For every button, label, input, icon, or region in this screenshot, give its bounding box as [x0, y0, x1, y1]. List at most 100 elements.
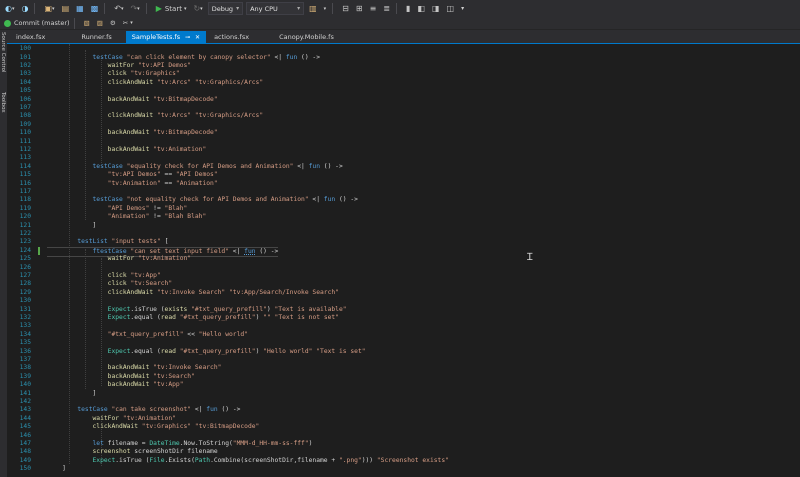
code-line[interactable]: 132 Expect.equal (read "#txt_query_prefi…	[7, 314, 800, 322]
commit-button[interactable]: Commit (master)	[14, 19, 70, 27]
navigate-back-icon[interactable]: ◐ ▾	[3, 2, 17, 15]
clear-bookmarks-icon[interactable]: ◫	[445, 2, 457, 15]
code-line[interactable]: 149 Expect.isTrue (File.Exists(Path.Comb…	[7, 457, 800, 465]
code-line[interactable]: 139 backAndWait "tv:Search"	[7, 373, 800, 381]
side-tab-source-control[interactable]: Source Control	[0, 32, 6, 73]
code-line[interactable]: 112 backAndWait "tv:Animation"	[7, 146, 800, 154]
toolbar-divider	[395, 3, 397, 14]
code-line[interactable]: 106 backAndWait "tv:BitmapDecode"	[7, 96, 800, 104]
pin-icon[interactable]: ⊸	[185, 34, 190, 41]
code-line[interactable]: 133	[7, 322, 800, 330]
code-line[interactable]: 105	[7, 87, 800, 95]
tab-actions-fsx[interactable]: actions.fsx	[208, 31, 255, 43]
code-text: clickAndWait "tv:Arcs" "tv:Graphics/Arcs…	[107, 112, 264, 120]
configuration-select[interactable]: Debug ▾	[207, 2, 244, 15]
start-button[interactable]: ▶ Start ▾	[154, 2, 189, 15]
build-icon[interactable]: ▥	[307, 2, 319, 15]
tools-icon[interactable]: ✂	[121, 17, 130, 30]
code-line[interactable]: 141 ]	[7, 390, 800, 398]
refactor-icon[interactable]: ⚙	[108, 17, 118, 30]
save-icon[interactable]: ▦	[74, 2, 86, 15]
code-line[interactable]: 103 click "tv:Graphics"	[7, 70, 800, 78]
code-line[interactable]: 140 backAndWait "tv:App"	[7, 381, 800, 389]
tab-sampletests-fs[interactable]: SampleTests.fs ⊸ ✕	[125, 31, 207, 43]
code-line[interactable]: 129 clickAndWait "tv:Invoke Search" "tv:…	[7, 289, 800, 297]
more-commands-icon[interactable]: ▾	[459, 2, 466, 15]
tab-canopy-mobile-fs[interactable]: Canopy.Mobile.fs	[273, 31, 340, 43]
code-line[interactable]: 104 clickAndWait "tv:Arcs" "tv:Graphics/…	[7, 79, 800, 87]
bookmark-icon[interactable]: ▮	[404, 2, 412, 15]
code-line[interactable]: 123 testList "input tests" [	[7, 238, 800, 246]
line-number: 125	[19, 255, 31, 263]
code-line[interactable]: 144 waitFor "tv:Animation"	[7, 415, 800, 423]
code-line[interactable]: 102 waitFor "tv:API Demos"	[7, 62, 800, 70]
code-line[interactable]: 124 ftestCase "can set text input field"…	[7, 246, 800, 258]
toolbar-overflow-icon[interactable]: ▾	[322, 2, 329, 15]
browse-icon[interactable]: ▨	[95, 17, 105, 30]
code-line[interactable]: 127 click "tv:App"	[7, 272, 800, 280]
code-line[interactable]: 100	[7, 45, 800, 53]
undo-icon[interactable]: ↶ ▾	[112, 2, 125, 15]
code-line[interactable]: 145 clickAndWait "tv:Graphics" "tv:Bitma…	[7, 423, 800, 431]
redo-icon[interactable]: ↷ ▾	[128, 2, 141, 15]
code-line[interactable]: 107	[7, 104, 800, 112]
code-line[interactable]: 134 "#txt_query_prefill" << "Hello world…	[7, 331, 800, 339]
code-line[interactable]: 115 "tv:API Demos" == "API Demos"	[7, 171, 800, 179]
code-line[interactable]: 142	[7, 398, 800, 406]
code-line[interactable]: 117	[7, 188, 800, 196]
code-line[interactable]: 128 click "tv:Search"	[7, 280, 800, 288]
code-text: Expect.equal (read "#txt_query_prefill")…	[107, 314, 339, 321]
code-line[interactable]: 109	[7, 121, 800, 129]
code-line[interactable]: 111	[7, 138, 800, 146]
previous-bookmark-icon[interactable]: ◧	[415, 2, 427, 15]
code-line[interactable]: 122	[7, 230, 800, 238]
code-line[interactable]: 116 "tv:Animation" == "Animation"	[7, 180, 800, 188]
code-line[interactable]: 137	[7, 356, 800, 364]
line-number: 133	[19, 322, 31, 330]
code-line[interactable]: 147 let filename = DateTime.Now.ToString…	[7, 440, 800, 448]
class-view-icon[interactable]: ▧	[82, 17, 92, 30]
code-line[interactable]: 119 "API Demos" != "Blah"	[7, 205, 800, 213]
code-editor[interactable]: 100 101 testCase "can click element by ca…	[7, 44, 800, 477]
code-line[interactable]: 148 screenshot screenShotDir filename	[7, 448, 800, 456]
indent-icon[interactable]: ≡	[368, 2, 379, 15]
code-line[interactable]: 146	[7, 432, 800, 440]
code-line[interactable]: 120 "Animation" != "Blah Blah"	[7, 213, 800, 221]
tab-runner-fs[interactable]: Runner.fs	[75, 31, 117, 43]
code-line[interactable]: 143 testCase "can take screenshot" <| fu…	[7, 406, 800, 414]
platform-select[interactable]: Any CPU ▾	[246, 2, 305, 15]
code-text: testCase "not equality check for API Dem…	[92, 196, 358, 204]
code-line[interactable]: 110 backAndWait "tv:BitmapDecode"	[7, 129, 800, 137]
open-folder-icon[interactable]: ▤	[60, 2, 72, 15]
toolbar-overflow-icon[interactable]: ▾	[130, 20, 133, 26]
main-toolbar: ◐ ▾ ◑ ▣ ▾ ▤ ▦ ▩ ↶ ▾ ↷ ▾ ▶ Start ▾ ↻ ▾ Debug ▾…	[0, 0, 800, 17]
code-line[interactable]: 125 waitFor "tv:Animation"	[7, 255, 800, 263]
tab-index-fsx[interactable]: index.fsx	[10, 31, 51, 43]
code-line[interactable]: 126	[7, 264, 800, 272]
code-text: screenshot screenShotDir filename	[92, 448, 218, 456]
code-line[interactable]: 138 backAndWait "tv:Invoke Search"	[7, 364, 800, 372]
code-line[interactable]: 150 ]	[7, 465, 800, 473]
code-line[interactable]: 135	[7, 339, 800, 347]
code-line[interactable]: 136 Expect.equal (read "#txt_query_prefi…	[7, 348, 800, 356]
save-all-icon[interactable]: ▩	[89, 2, 101, 15]
collapse-icon[interactable]: ⊞	[354, 2, 365, 15]
code-line[interactable]: 131 Expect.isTrue (exists "#txt_query_pr…	[7, 306, 800, 314]
align-icon[interactable]: ⊟	[340, 2, 351, 15]
code-line[interactable]: 121 ]	[7, 222, 800, 230]
outdent-icon[interactable]: ≣	[381, 2, 392, 15]
code-line[interactable]: 114 testCase "equality check for API Dem…	[7, 163, 800, 171]
line-number: 100	[19, 45, 31, 53]
code-line[interactable]: 118 testCase "not equality check for API…	[7, 196, 800, 204]
next-bookmark-icon[interactable]: ◨	[430, 2, 442, 15]
line-number: 121	[19, 221, 31, 229]
side-tab-toolbox[interactable]: Toolbox	[0, 92, 6, 113]
code-line[interactable]: 130	[7, 297, 800, 305]
new-project-icon[interactable]: ▣ ▾	[42, 2, 56, 15]
code-line[interactable]: 108 clickAndWait "tv:Arcs" "tv:Graphics/…	[7, 112, 800, 120]
code-line[interactable]: 113	[7, 154, 800, 162]
navigate-forward-icon[interactable]: ◑	[20, 2, 31, 15]
refresh-icon[interactable]: ↻ ▾	[191, 2, 204, 15]
code-line[interactable]: 101 testCase "can click element by canop…	[7, 54, 800, 62]
close-icon[interactable]: ✕	[195, 34, 200, 41]
